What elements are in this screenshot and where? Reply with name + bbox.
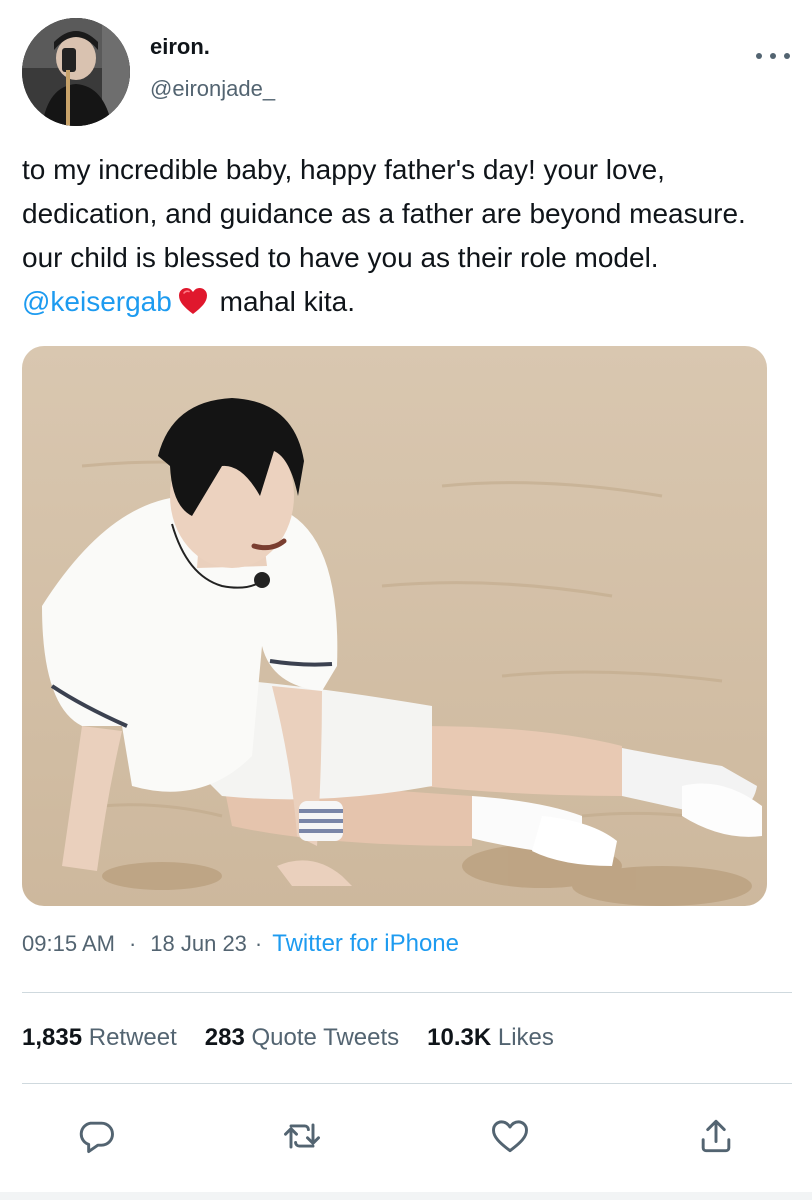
retweets-count: 1,835 — [22, 1024, 83, 1051]
retweets-label: Retweet — [88, 1024, 177, 1051]
tweet-header: eiron. @eironjade_ — [22, 18, 792, 128]
user-handle[interactable]: @eironjade_ — [150, 76, 275, 102]
heart-icon — [492, 1120, 528, 1153]
display-name[interactable]: eiron. — [150, 34, 210, 60]
beach-photo — [22, 346, 767, 906]
mention-link[interactable]: @keisergab — [22, 286, 172, 317]
red-heart-emoji-icon — [178, 284, 208, 328]
divider — [22, 1083, 792, 1084]
tweet-stats: 1,835 Retweet 283 Quote Tweets 10.3K Lik… — [22, 1024, 582, 1052]
likes-count: 10.3K — [427, 1024, 492, 1051]
reply-icon — [79, 1121, 114, 1154]
retweet-button[interactable] — [280, 1114, 324, 1158]
likes-stat[interactable]: 10.3K Likes — [427, 1024, 554, 1052]
like-button[interactable] — [488, 1114, 532, 1158]
meta-separator: · — [128, 931, 137, 956]
tweet-date[interactable]: 18 Jun 23 — [150, 931, 247, 957]
tweet-body: to my incredible baby, happy father's da… — [22, 154, 746, 273]
share-icon — [701, 1119, 731, 1153]
tweet-meta: 09:15 AM · 18 Jun 23 · Twitter for iPhon… — [22, 930, 459, 958]
divider — [22, 992, 792, 993]
reply-button[interactable] — [74, 1114, 118, 1158]
tweet-source[interactable]: Twitter for iPhone — [272, 930, 459, 958]
meta-separator: · — [254, 931, 263, 956]
more-horizontal-icon — [756, 53, 762, 59]
quotes-label: Quote Tweets — [251, 1024, 400, 1051]
tweet-photo[interactable] — [22, 346, 767, 906]
more-options-button[interactable] — [756, 46, 790, 66]
quote-tweets-stat[interactable]: 283 Quote Tweets — [205, 1024, 399, 1052]
tweet-time[interactable]: 09:15 AM — [22, 931, 115, 957]
quotes-count: 283 — [204, 1024, 245, 1051]
share-button[interactable] — [694, 1114, 738, 1158]
tweet-text: to my incredible baby, happy father's da… — [22, 148, 782, 328]
avatar-photo — [22, 18, 130, 126]
avatar[interactable] — [22, 18, 130, 126]
retweet-icon — [284, 1123, 320, 1149]
tweet-body-end: mahal kita. — [211, 286, 356, 317]
bottom-edge — [0, 1192, 812, 1200]
tweet-actions — [0, 1108, 812, 1164]
retweets-stat[interactable]: 1,835 Retweet — [22, 1024, 177, 1052]
likes-label: Likes — [497, 1024, 554, 1051]
